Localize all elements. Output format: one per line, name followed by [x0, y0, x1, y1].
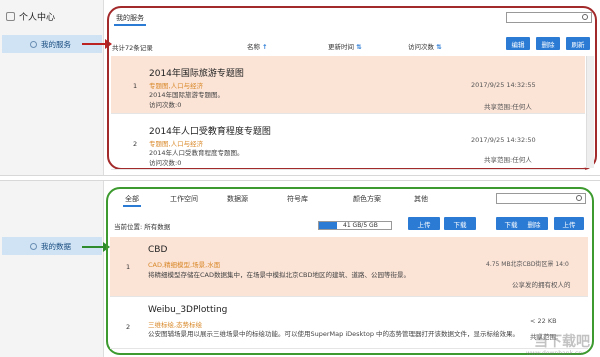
- watermark-url: www.downbank.cn: [525, 350, 582, 357]
- search-input[interactable]: [496, 193, 586, 204]
- column-header-views-label: 访问次数: [408, 43, 434, 51]
- home-icon: [6, 12, 15, 21]
- annotation-arrow: [82, 242, 110, 252]
- sort-toggle-icon: ⇅: [436, 43, 442, 51]
- data-icon: [30, 242, 37, 250]
- search-icon: [576, 195, 582, 201]
- column-header-views[interactable]: 访问次数 ⇅: [408, 41, 442, 51]
- sidebar-item-label: 我的数据: [41, 241, 71, 251]
- row-description: 2014年人口受教育程度专题图。: [149, 149, 244, 157]
- row-description: 公安图辅场景用以展示三维场景中的标绘功能。可以使用SuperMap iDeskt…: [148, 330, 516, 338]
- sidebar: 我的数据: [0, 181, 104, 357]
- row-time: 2017/9/25 14:32:55: [471, 81, 536, 89]
- row-meta: 4.75 MB北京CBD街区景 14:0: [486, 261, 569, 268]
- edit-button[interactable]: 编辑: [506, 37, 530, 50]
- row-tags: CAD,精细模型,场景,水面: [148, 261, 221, 269]
- table-row[interactable]: 2 Weibu_3DPlotting 三维标绘,态势标绘 公安图辅场景用以展示三…: [110, 297, 588, 349]
- upload-button-2[interactable]: 上传: [554, 217, 584, 230]
- column-header-name-label: 名称: [247, 43, 260, 51]
- row-views: 访问次数:0: [149, 159, 182, 167]
- row-title[interactable]: 2014年人口受教育程度专题图: [149, 124, 271, 137]
- search-input[interactable]: [506, 12, 592, 23]
- storage-fill: [319, 222, 337, 229]
- sidebar-item-label: 我的服务: [41, 39, 71, 49]
- table-row[interactable]: 2 2014年人口受教育程度专题图 专题图,人口与经济 2014年人口受教育程度…: [111, 114, 585, 170]
- sidebar: 个人中心 我的服务: [0, 0, 104, 175]
- row-number: 1: [133, 82, 138, 90]
- sidebar-header-label: 个人中心: [19, 13, 56, 23]
- download-button[interactable]: 下载: [444, 217, 476, 230]
- tab-my-services[interactable]: 我的服务: [114, 12, 146, 26]
- row-share: 共享范围:任何人: [484, 156, 532, 164]
- column-header-time-label: 更新时间: [328, 43, 354, 51]
- watermark-logo: 当下载吧: [534, 334, 590, 350]
- column-header-update-time[interactable]: 更新时间 ⇅: [328, 41, 362, 51]
- sidebar-header[interactable]: 个人中心: [6, 10, 55, 23]
- row-views: 访问次数:0: [149, 101, 182, 109]
- top-panel: 个人中心 我的服务 我的服务 共计72条记录 名称 ↑ 更新时间 ⇅ 访问次数 …: [0, 0, 600, 176]
- tab-workspace[interactable]: 工作空间: [170, 194, 198, 204]
- scrollbar[interactable]: [586, 56, 594, 168]
- sort-toggle-icon: ⇅: [356, 43, 362, 51]
- row-number: 1: [126, 263, 131, 271]
- upload-button[interactable]: 上传: [408, 217, 440, 230]
- tab-color-scheme[interactable]: 颜色方案: [353, 194, 381, 204]
- column-header-name[interactable]: 名称 ↑: [247, 41, 268, 51]
- row-number: 2: [126, 323, 131, 331]
- row-title[interactable]: CBD: [148, 245, 167, 255]
- tab-symbol-library[interactable]: 符号库: [287, 194, 308, 204]
- row-time: 2017/9/25 14:32:50: [471, 136, 536, 144]
- record-count: 共计72条记录: [112, 44, 153, 52]
- search-icon: [582, 14, 588, 20]
- tab-all[interactable]: 全部: [123, 193, 141, 207]
- row-share: 共享范围:任何人: [484, 103, 532, 111]
- sort-asc-icon: ↑: [262, 43, 268, 51]
- row-number: 2: [133, 140, 138, 148]
- row-description: 将精细模型存储在CAD数据集中，在场景中模拟北京CBD地区的建筑、道路、公园等街…: [148, 271, 410, 279]
- table-row[interactable]: 1 2014年国际旅游专题图 专题图,人口与经济 2014年国际旅游专题图。 访…: [111, 56, 585, 114]
- bottom-panel: 我的数据 全部 工作空间 数据源 符号库 颜色方案 其他 当前位置: 所有数据 …: [0, 180, 600, 357]
- row-share: 公享发的拥有权人的: [512, 281, 571, 289]
- tab-other[interactable]: 其他: [414, 194, 428, 204]
- delete-button[interactable]: 删除: [536, 37, 560, 50]
- annotation-arrow: [82, 39, 112, 49]
- row-description: 2014年国际旅游专题图。: [149, 91, 225, 99]
- row-title[interactable]: 2014年国际旅游专题图: [149, 66, 244, 79]
- table-row[interactable]: 1 CBD CAD,精细模型,场景,水面 将精细模型存储在CAD数据集中，在场景…: [110, 237, 588, 297]
- current-location: 当前位置: 所有数据: [114, 223, 171, 231]
- refresh-button[interactable]: 刷新: [566, 37, 590, 50]
- delete-button[interactable]: 删除: [520, 217, 548, 230]
- storage-bar: 41 GB/5 GB: [318, 221, 392, 230]
- tab-datasource[interactable]: 数据源: [227, 194, 248, 204]
- row-title[interactable]: Weibu_3DPlotting: [148, 305, 227, 315]
- service-icon: [30, 40, 37, 48]
- storage-text: 41 GB/5 GB: [343, 222, 378, 229]
- row-size: < 22 KB: [530, 317, 557, 325]
